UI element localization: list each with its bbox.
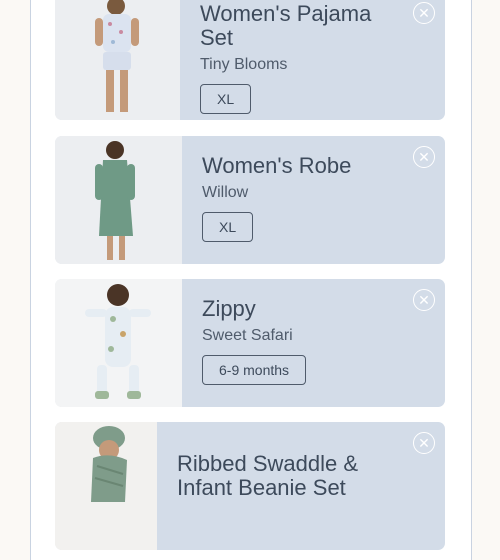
cart-item[interactable]: Women's Robe Willow XL ✕ [55, 136, 445, 264]
product-image-pajama-set [55, 0, 180, 120]
size-button[interactable]: XL [200, 84, 252, 114]
cart-item[interactable]: Ribbed Swaddle & Infant Beanie Set ✕ [55, 422, 445, 550]
item-variant: Sweet Safari [202, 327, 293, 344]
size-button[interactable]: 6-9 months [202, 355, 307, 385]
close-icon[interactable]: ✕ [413, 2, 435, 24]
item-title: Women's Pajama Set [200, 1, 372, 50]
product-image-zippy [55, 279, 182, 407]
item-title: Zippy [202, 296, 256, 321]
product-image-robe [55, 136, 182, 264]
close-icon[interactable]: ✕ [413, 289, 435, 311]
item-title: Ribbed Swaddle & Infant Beanie Set [177, 451, 359, 500]
size-button[interactable]: XL [202, 212, 254, 242]
cart-item[interactable]: Zippy Sweet Safari 6-9 months ✕ [55, 279, 445, 407]
product-image-swaddle [55, 422, 157, 550]
close-icon[interactable]: ✕ [413, 146, 435, 168]
item-variant: Willow [202, 184, 249, 201]
cart-item[interactable]: Women's Pajama Set Tiny Blooms XL ✕ [55, 0, 445, 120]
item-variant: Tiny Blooms [200, 56, 288, 73]
item-title: Women's Robe [202, 153, 352, 178]
close-icon[interactable]: ✕ [413, 432, 435, 454]
